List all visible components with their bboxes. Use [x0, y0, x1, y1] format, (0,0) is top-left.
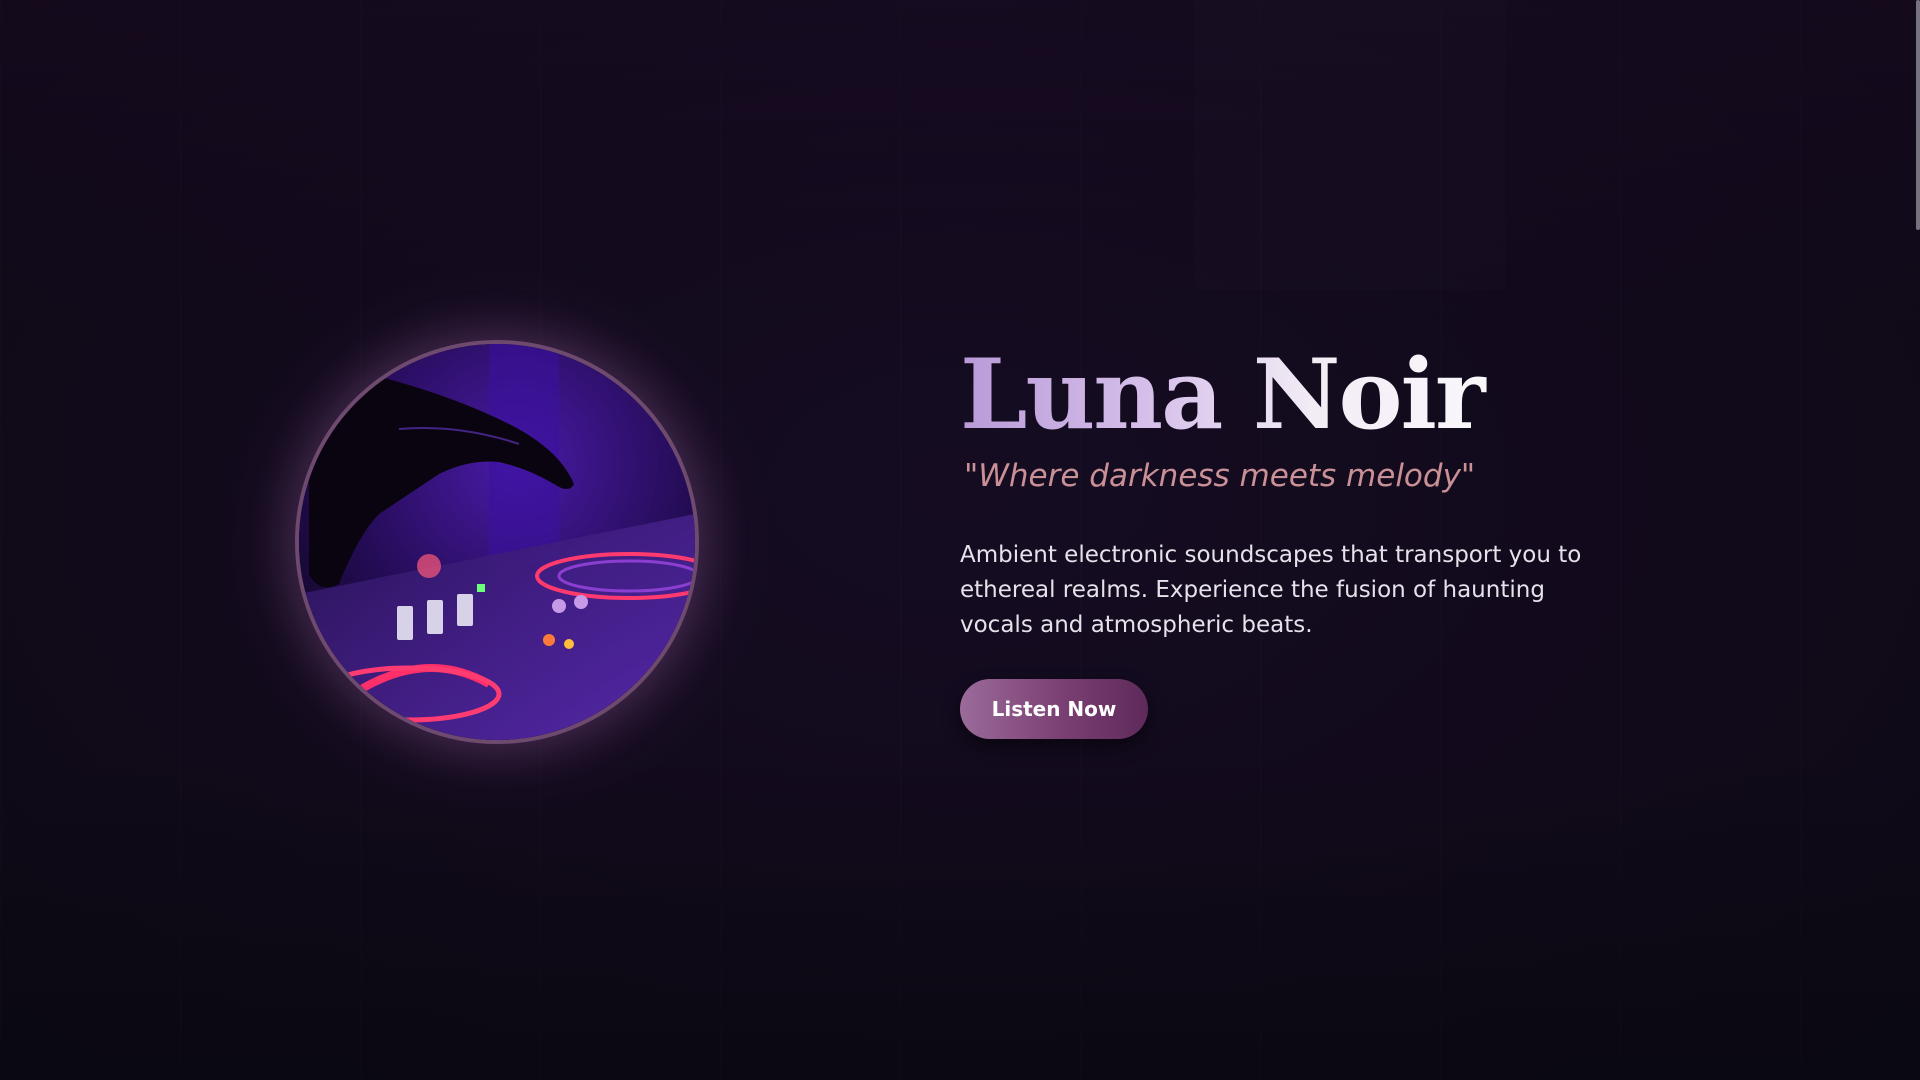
dj-mixer-photo — [299, 344, 695, 740]
artist-image — [295, 340, 699, 744]
listen-now-button[interactable]: Listen Now — [960, 679, 1148, 739]
artist-description: Ambient electronic soundscapes that tran… — [960, 542, 1582, 638]
artist-name: Luna Noir — [960, 340, 1600, 450]
hero-section: Luna Noir "Where darkness meets melody" … — [0, 0, 1920, 1080]
artist-tagline: "Where darkness meets melody" — [964, 458, 1476, 494]
artist-info: Luna Noir "Where darkness meets melody" … — [960, 340, 1600, 739]
